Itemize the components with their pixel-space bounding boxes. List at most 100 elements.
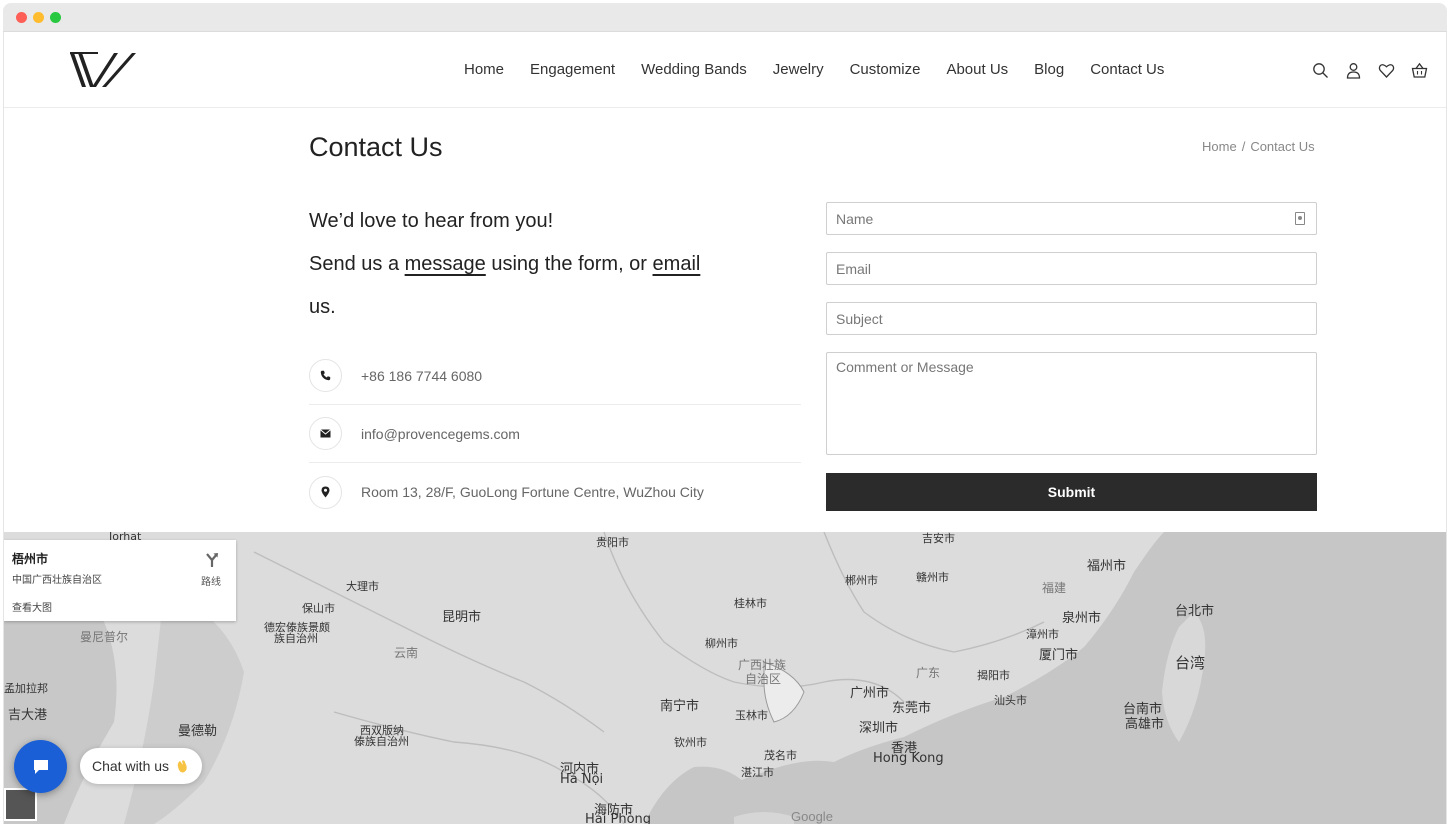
subject-input[interactable] <box>827 303 1316 334</box>
site-header: Home Engagement Wedding Bands Jewelry Cu… <box>4 32 1446 108</box>
browser-chrome <box>3 3 1447 32</box>
nav-customize[interactable]: Customize <box>850 61 921 78</box>
map-label: 南宁市 <box>660 699 700 714</box>
map-label: 桂林市 <box>734 597 767 610</box>
map-label: 茂名市 <box>764 749 797 762</box>
chat-button[interactable] <box>14 740 67 793</box>
subject-field-wrapper <box>826 302 1317 335</box>
map-label: 厦门市 <box>1039 648 1079 663</box>
map-label: 漳州市 <box>1026 628 1059 641</box>
intro-text: Send us a <box>309 253 405 275</box>
user-icon[interactable] <box>1345 62 1362 79</box>
map-label: Hà Nội <box>560 772 604 787</box>
email-field-wrapper <box>826 252 1317 285</box>
site-logo[interactable] <box>68 50 138 90</box>
breadcrumb-home[interactable]: Home <box>1202 139 1237 154</box>
chat-bubble-icon <box>33 759 48 774</box>
contact-email-row: info@provencegems.com <box>309 405 801 463</box>
breadcrumb: Home / Contact Us <box>1202 139 1315 154</box>
email-link[interactable]: email <box>653 253 701 275</box>
directions-icon[interactable] <box>204 552 220 568</box>
map-label: 保山市 <box>302 602 335 615</box>
page-title: Contact Us <box>309 132 443 162</box>
intro-line-2: Send us a message using the form, or ema… <box>309 243 729 286</box>
contact-form: Submit <box>826 202 1317 511</box>
nav-jewelry[interactable]: Jewelry <box>773 61 824 78</box>
search-icon[interactable] <box>1312 62 1329 79</box>
map-label: 曼尼普尔 <box>80 630 129 644</box>
nav-blog[interactable]: Blog <box>1034 61 1064 78</box>
map-label: 钦州市 <box>674 736 707 749</box>
map-label: 孟加拉邦 <box>4 682 48 695</box>
map-label: 福建 <box>1042 581 1067 595</box>
breadcrumb-current: Contact Us <box>1250 139 1315 154</box>
nav-wedding-bands[interactable]: Wedding Bands <box>641 61 747 78</box>
map-label: 台湾 <box>1175 654 1206 672</box>
breadcrumb-separator: / <box>1241 139 1246 154</box>
map-pin-icon <box>309 475 342 509</box>
map-label: 郴州市 <box>845 574 878 587</box>
map-label: 傣族自治州 <box>354 735 409 748</box>
intro-line-3: us. <box>309 296 336 318</box>
map-label: 赣州市 <box>916 571 949 584</box>
map-label: 曼德勒 <box>178 724 218 739</box>
map-label: 湛江市 <box>741 766 774 779</box>
header-icons <box>1312 62 1428 79</box>
nav-about-us[interactable]: About Us <box>946 61 1008 78</box>
submit-button[interactable]: Submit <box>826 473 1317 511</box>
map-place-region: 中国广西壮族自治区 <box>12 575 102 586</box>
contact-info-list: +86 186 7744 6080 info@provencegems.com … <box>309 347 801 521</box>
map-label: 汕头市 <box>994 694 1027 707</box>
basket-icon[interactable] <box>1411 62 1428 79</box>
map-label: 广州市 <box>850 686 890 701</box>
view-larger-map-link[interactable]: 查看大图 <box>12 599 52 614</box>
map-label: 昆明市 <box>442 610 482 625</box>
map-label: 泉州市 <box>1062 611 1102 626</box>
waving-hand-icon <box>177 760 187 773</box>
map-place-card: 梧州市 中国广西壮族自治区 查看大图 路线 <box>4 540 236 621</box>
map-place-name: 梧州市 <box>12 552 49 566</box>
nav-contact-us[interactable]: Contact Us <box>1090 61 1164 78</box>
contact-phone[interactable]: +86 186 7744 6080 <box>361 368 482 384</box>
chat-prompt[interactable]: Chat with us <box>80 748 203 784</box>
message-link[interactable]: message <box>405 253 486 275</box>
map-label: 广东 <box>916 666 941 680</box>
message-field-wrapper <box>826 352 1317 455</box>
heart-icon[interactable] <box>1378 62 1395 79</box>
name-field-wrapper <box>826 202 1317 235</box>
map-label: 深圳市 <box>859 721 899 736</box>
map-label: 高雄市 <box>1125 717 1165 732</box>
main-nav: Home Engagement Wedding Bands Jewelry Cu… <box>464 61 1190 78</box>
map-label: 吉大港 <box>8 708 48 723</box>
satellite-toggle[interactable] <box>4 788 37 821</box>
chat-prompt-label: Chat with us <box>92 758 170 774</box>
map-label: 福州市 <box>1087 559 1127 574</box>
map-label: 台北市 <box>1175 604 1215 619</box>
map-label: 吉安市 <box>922 532 955 545</box>
nav-engagement[interactable]: Engagement <box>530 61 615 78</box>
email-input[interactable] <box>827 253 1316 284</box>
map-label: Hải Phòng <box>585 812 652 824</box>
map-label: 自治区 <box>745 672 782 686</box>
minimize-window-button[interactable] <box>33 12 44 23</box>
page-frame: Home Engagement Wedding Bands Jewelry Cu… <box>3 32 1447 824</box>
maximize-window-button[interactable] <box>50 12 61 23</box>
contact-intro: We’d love to hear from you! Send us a me… <box>309 200 729 329</box>
close-window-button[interactable] <box>16 12 27 23</box>
map-label: 东莞市 <box>892 701 932 716</box>
map-label: 玉林市 <box>735 709 768 722</box>
phone-icon <box>309 359 342 392</box>
contact-address-row: Room 13, 28/F, GuoLong Fortune Centre, W… <box>309 463 801 521</box>
map-label: 大理市 <box>346 580 379 593</box>
nav-home[interactable]: Home <box>464 61 504 78</box>
directions-label[interactable]: 路线 <box>201 573 221 588</box>
google-attribution: Google <box>791 809 833 824</box>
contact-email[interactable]: info@provencegems.com <box>361 426 520 442</box>
google-map[interactable]: Jorhat 贵阳市 吉安市 福州市 大理市 保山市 昆明市 德宏傣族景颇 族自… <box>4 532 1446 824</box>
map-label: 云南 <box>394 646 419 660</box>
name-input[interactable] <box>827 203 1316 234</box>
logo-icon <box>70 52 136 87</box>
message-textarea[interactable] <box>827 353 1316 454</box>
contact-card-icon <box>1295 212 1305 225</box>
map-label: 贵阳市 <box>596 536 629 549</box>
